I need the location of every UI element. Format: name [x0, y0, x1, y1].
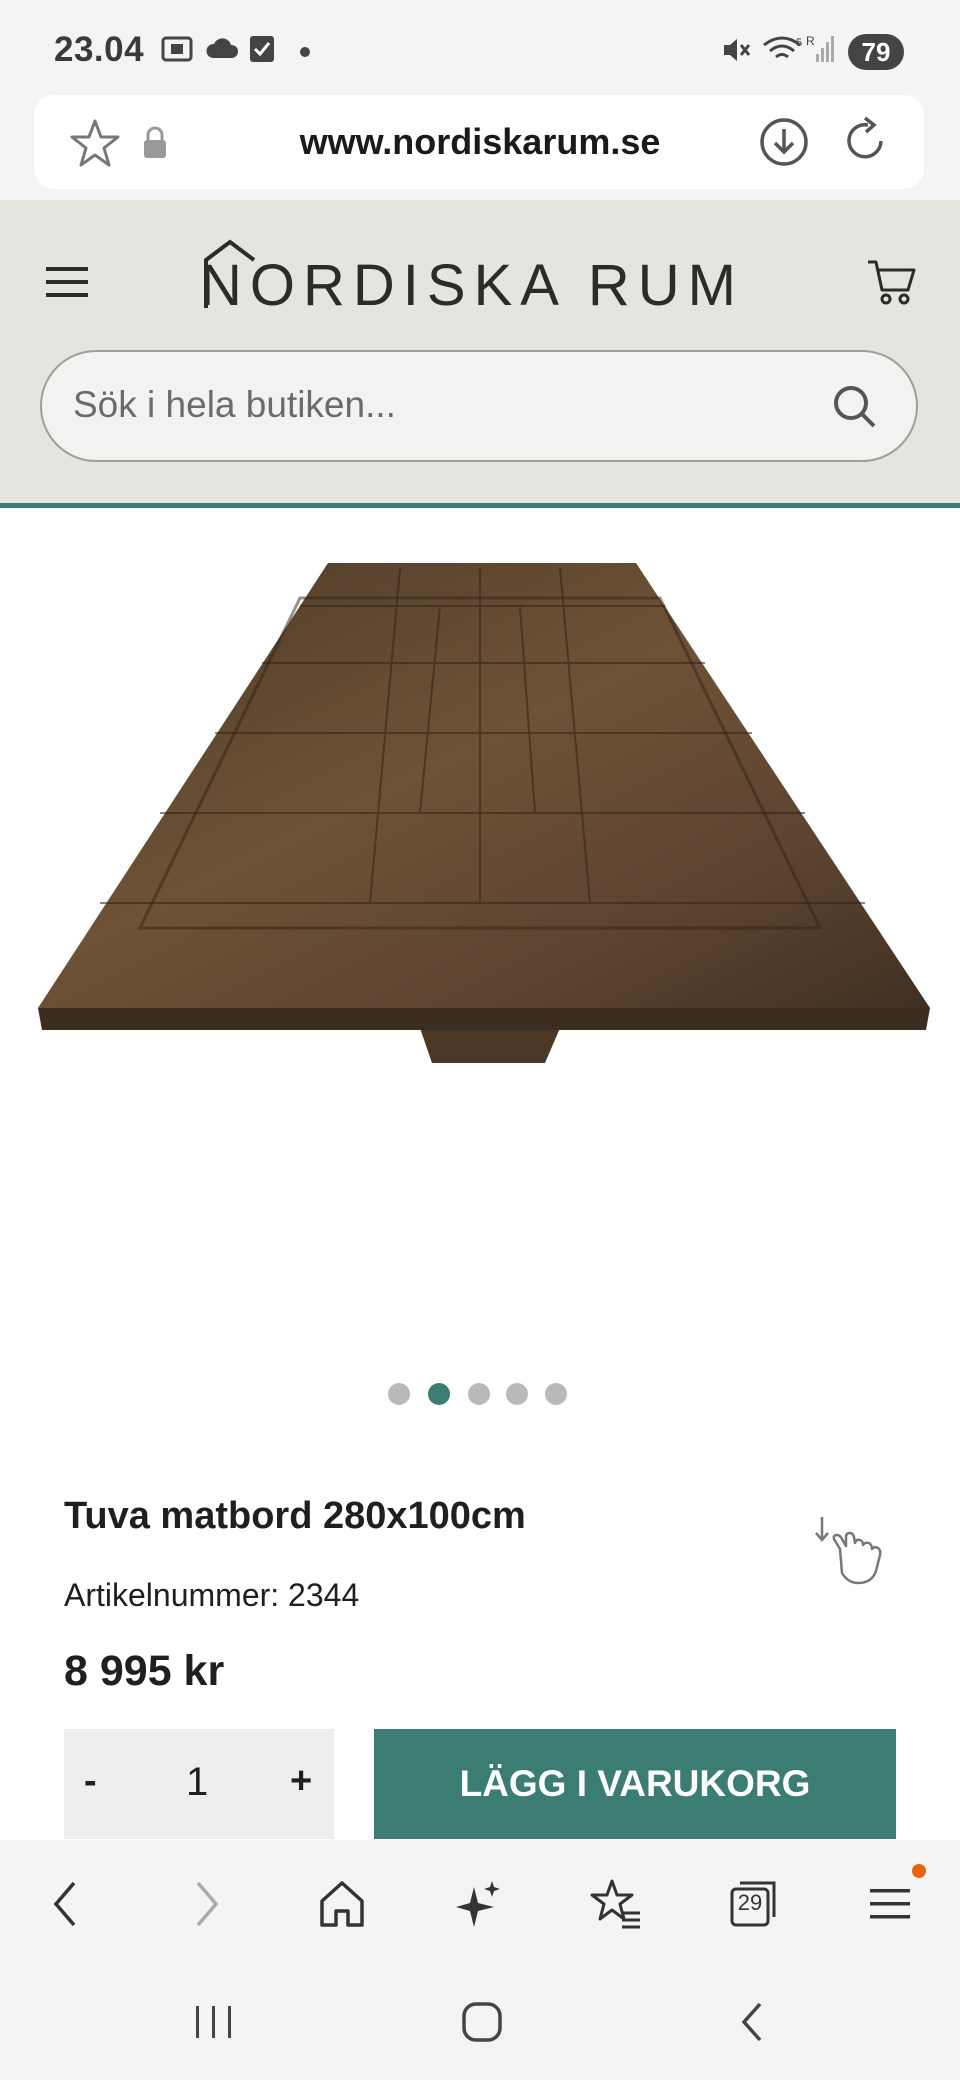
quantity-value[interactable]: 1 — [186, 1760, 208, 1805]
product-title: Tuva matbord 280x100cm — [64, 1495, 526, 1537]
cart-icon[interactable] — [866, 256, 918, 306]
carousel-dot[interactable] — [545, 1383, 567, 1405]
screenshot-icon — [161, 36, 193, 62]
back-icon[interactable] — [46, 1877, 86, 1931]
svg-text:R: R — [806, 34, 815, 48]
download-icon[interactable] — [758, 116, 810, 168]
quantity-decrease-button[interactable]: - — [84, 1760, 97, 1803]
carousel-dot-active[interactable] — [428, 1383, 450, 1405]
product-image[interactable] — [0, 508, 960, 1368]
mute-icon — [724, 39, 751, 61]
product-sku: Artikelnummer: 2344 — [64, 1577, 360, 1613]
system-back-icon[interactable] — [736, 2000, 768, 2044]
forward-icon[interactable] — [186, 1877, 226, 1931]
menu-notification-dot — [912, 1864, 926, 1878]
signal-icon: R — [806, 34, 834, 62]
tabs-count: 29 — [737, 1890, 763, 1915]
menu-icon[interactable] — [44, 262, 92, 302]
tap-gesture-icon — [815, 1517, 882, 1585]
reload-icon[interactable] — [838, 114, 892, 168]
status-time: 23.04 — [54, 30, 145, 69]
notification-dot — [300, 47, 310, 57]
quantity-increase-button[interactable]: + — [290, 1760, 312, 1803]
cloud-icon — [206, 38, 239, 58]
carousel-dot[interactable] — [468, 1383, 490, 1405]
add-to-cart-button[interactable]: LÄGG I VARUKORG — [374, 1729, 896, 1839]
url-text[interactable]: www.nordiskarum.se — [0, 121, 960, 163]
carousel-dot[interactable] — [388, 1383, 410, 1405]
home-button-icon[interactable] — [460, 2000, 504, 2044]
battery-indicator: 79 — [848, 34, 904, 70]
table-illustration — [38, 563, 930, 1063]
check-icon — [250, 36, 274, 62]
sparkle-icon[interactable] — [452, 1877, 504, 1931]
menu-hamburger-icon[interactable] — [866, 1877, 914, 1931]
bookmarks-icon[interactable] — [588, 1877, 644, 1931]
product-price: 8 995 kr — [64, 1647, 225, 1695]
search-placeholder: Sök i hela butiken... — [73, 384, 396, 425]
carousel-dots — [388, 1383, 578, 1405]
site-logo[interactable]: NORDISKA RUM — [200, 252, 744, 319]
carousel-dot[interactable] — [506, 1383, 528, 1405]
home-icon[interactable] — [316, 1877, 368, 1931]
search-icon[interactable] — [830, 382, 880, 432]
svg-text:5: 5 — [796, 37, 802, 49]
recent-apps-icon[interactable] — [192, 2002, 236, 2042]
wifi-icon: 5 — [763, 36, 802, 59]
